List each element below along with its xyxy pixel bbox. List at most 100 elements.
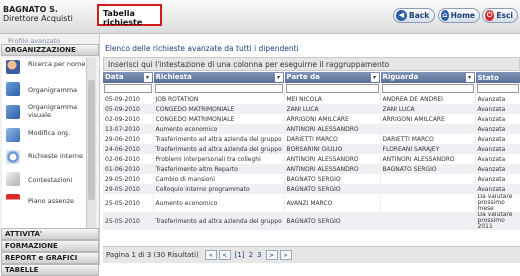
table-cell: Aumento economico	[153, 194, 285, 212]
filter-input-richiesta[interactable]	[154, 84, 283, 93]
table-cell: CONGEDO MATRIMONIALE	[153, 114, 285, 124]
section-attivita[interactable]: ATTIVITA'	[1, 228, 99, 240]
table-row[interactable]: 13-07-2010 Aumento economico ANTINORI ALES…	[103, 124, 520, 134]
table-cell: ANDREA DE ANDREI	[380, 94, 476, 104]
table-cell: Avanzata	[475, 144, 520, 154]
col-header-riguarda[interactable]: Riguarda ▾	[380, 72, 476, 83]
requests-table: Data ▾ Richiesta ▾ Parte da ▾ Riguarda ▾ Sta…	[103, 72, 520, 230]
menu-item-contestazioni[interactable]: Contestazioni	[2, 172, 86, 188]
menu-item-organigramma-visuale[interactable]: Organigramma visuale	[2, 103, 86, 121]
table-cell: Problemi interpersonali tra colleghi	[153, 154, 285, 164]
filter-input-parte-da[interactable]	[285, 84, 379, 93]
org-chart-icon	[6, 82, 20, 96]
table-cell: 13-07-2010	[103, 124, 154, 134]
page-link-3[interactable]: 3	[257, 251, 261, 259]
table-row[interactable]: 29-06-2010 Trasferimento ad altra azienda…	[103, 134, 520, 144]
filter-input-stato[interactable]	[476, 84, 519, 93]
last-page-button[interactable]: »	[279, 250, 292, 260]
col-header-richiesta[interactable]: Richiesta ▾	[153, 72, 285, 83]
table-cell	[380, 174, 476, 184]
exit-button[interactable]: ⏻ Esci	[482, 8, 518, 23]
table-row[interactable]: 02-06-2010 Problemi interpersonali tra co…	[103, 154, 520, 164]
col-header-parte-da[interactable]: Parte da ▾	[284, 72, 381, 83]
back-button[interactable]: ◀ Back	[393, 8, 435, 23]
page-link-2[interactable]: 2	[249, 251, 253, 259]
table-cell: BAGNATO SERGIO	[284, 174, 381, 184]
main-content: Elenco delle richieste avanzate da tutti…	[101, 34, 520, 265]
filter-menu-icon[interactable]: ▾	[274, 73, 283, 82]
table-cell: Avanzata	[475, 184, 520, 194]
menu-item-richieste-interne[interactable]: Richieste interne	[2, 150, 86, 166]
table-cell: FLOREANI SARAJEY	[380, 144, 476, 154]
section-tabelle[interactable]: TABELLE	[1, 264, 99, 276]
table-cell: 02-09-2010	[103, 114, 154, 124]
col-header-stato[interactable]: Stato	[475, 72, 520, 83]
table-cell: 29-05-2010	[103, 184, 154, 194]
home-button[interactable]: ⌂ Home	[438, 8, 480, 23]
table-cell: BAGNATO SERGIO	[380, 164, 476, 174]
table-cell: Trasferimento ad altra azienda del grupp…	[153, 144, 285, 154]
pager: Pagina 1 di 3 (30 Risultati) « < [1] 2 3…	[103, 246, 520, 263]
table-row[interactable]: 29-05-2010 Colloquio interno programmato B…	[103, 184, 520, 194]
table-cell: Avanzata	[475, 124, 520, 134]
table-cell: 05-09-2010	[103, 94, 154, 104]
filter-menu-icon[interactable]: ▾	[370, 73, 379, 82]
first-page-button[interactable]: «	[204, 250, 217, 260]
table-cell: Trasferimento ad altra azienda del grupp…	[153, 212, 285, 230]
section-formazione[interactable]: FORMAZIONE	[1, 240, 99, 252]
filter-input-data[interactable]	[104, 84, 152, 93]
page-link-1[interactable]: [1]	[235, 251, 245, 259]
filter-menu-icon[interactable]: ▾	[143, 73, 152, 82]
table-cell: 05-09-2010	[103, 104, 154, 114]
user-info: BAGNATO S. Direttore Acquisti	[3, 5, 73, 23]
top-bar: BAGNATO S. Direttore Acquisti Tabella ri…	[0, 0, 520, 34]
table-cell	[380, 124, 476, 134]
table-cell: 29-05-2010	[103, 174, 154, 184]
power-icon: ⏻	[485, 10, 495, 21]
table-cell: Da valutare prossimo 2011	[475, 212, 520, 230]
filter-menu-icon[interactable]: ▾	[465, 73, 474, 82]
table-cell: Da valutare prossimo mese	[475, 194, 520, 212]
table-cell: ANTINORI ALESSANDRO	[284, 154, 381, 164]
table-row[interactable]: 29-05-2010 Cambio di mansioni BAGNATO SERG…	[103, 174, 520, 184]
section-organizzazione[interactable]: ORGANIZZAZIONE	[1, 44, 99, 56]
table-row[interactable]: 25-05-2010 Aumento economico AVANZI MARCO D…	[103, 194, 520, 212]
prev-page-button[interactable]: <	[218, 250, 231, 260]
menu-item-modifica-org[interactable]: Modifica org.	[2, 128, 86, 144]
table-cell: BAGNATO SERGIO	[284, 184, 381, 194]
menu-item-ricerca[interactable]: Ricerca per nome	[2, 60, 86, 78]
edit-org-icon	[6, 128, 20, 142]
person-search-icon	[6, 60, 20, 74]
table-cell: Avanzata	[475, 104, 520, 114]
table-cell: CONGEDO MATRIMONIALE	[153, 104, 285, 114]
table-cell	[380, 194, 476, 212]
filter-input-riguarda[interactable]	[381, 84, 474, 93]
table-cell: JOB ROTATION	[153, 94, 285, 104]
table-cell: ZANI LUCA	[380, 104, 476, 114]
col-header-data[interactable]: Data ▾	[103, 72, 154, 83]
table-cell	[380, 212, 476, 230]
filter-row	[103, 83, 520, 94]
menu-item-organigramma[interactable]: Organigramma	[2, 82, 86, 98]
table-cell: ARRIGONI AMILCARE	[284, 114, 381, 124]
group-by-panel[interactable]: Inserisci qui l'intestazione di una colo…	[103, 57, 520, 71]
menu-item-piano-assenze[interactable]: Piano assenze	[2, 194, 86, 210]
table-cell: 25-05-2010	[103, 212, 154, 230]
next-page-button[interactable]: >	[265, 250, 278, 260]
table-cell: ANTINORI ALESSANDRO	[284, 124, 381, 134]
table-row[interactable]: 05-09-2010 CONGEDO MATRIMONIALE ZANI LUCA Z…	[103, 104, 520, 114]
table-row[interactable]: 01-06-2010 Trasferimento altro Reparto ANT…	[103, 164, 520, 174]
menu-list: Ricerca per nome Organigramma Organigram…	[2, 58, 86, 228]
pager-info: Pagina 1 di 3 (30 Risultati)	[106, 251, 199, 259]
sidebar-scrollbar[interactable]	[86, 58, 96, 228]
table-cell: 25-05-2010	[103, 194, 154, 212]
table-row[interactable]: 24-06-2010 Trasferimento ad altra azienda…	[103, 144, 520, 154]
table-row[interactable]: 02-09-2010 CONGEDO MATRIMONIALE ARRIGONI A…	[103, 114, 520, 124]
table-cell: ANTINORI ALESSANDRO	[380, 154, 476, 164]
table-row[interactable]: 25-05-2010 Trasferimento ad altra azienda…	[103, 212, 520, 230]
table-cell: Avanzata	[475, 134, 520, 144]
table-cell: Avanzata	[475, 174, 520, 184]
scrollbar-thumb[interactable]	[88, 80, 95, 200]
section-report-grafici[interactable]: REPORT e GRAFICI	[1, 252, 99, 264]
table-row[interactable]: 05-09-2010 JOB ROTATION MEI NICOLA ANDREA D…	[103, 94, 520, 104]
